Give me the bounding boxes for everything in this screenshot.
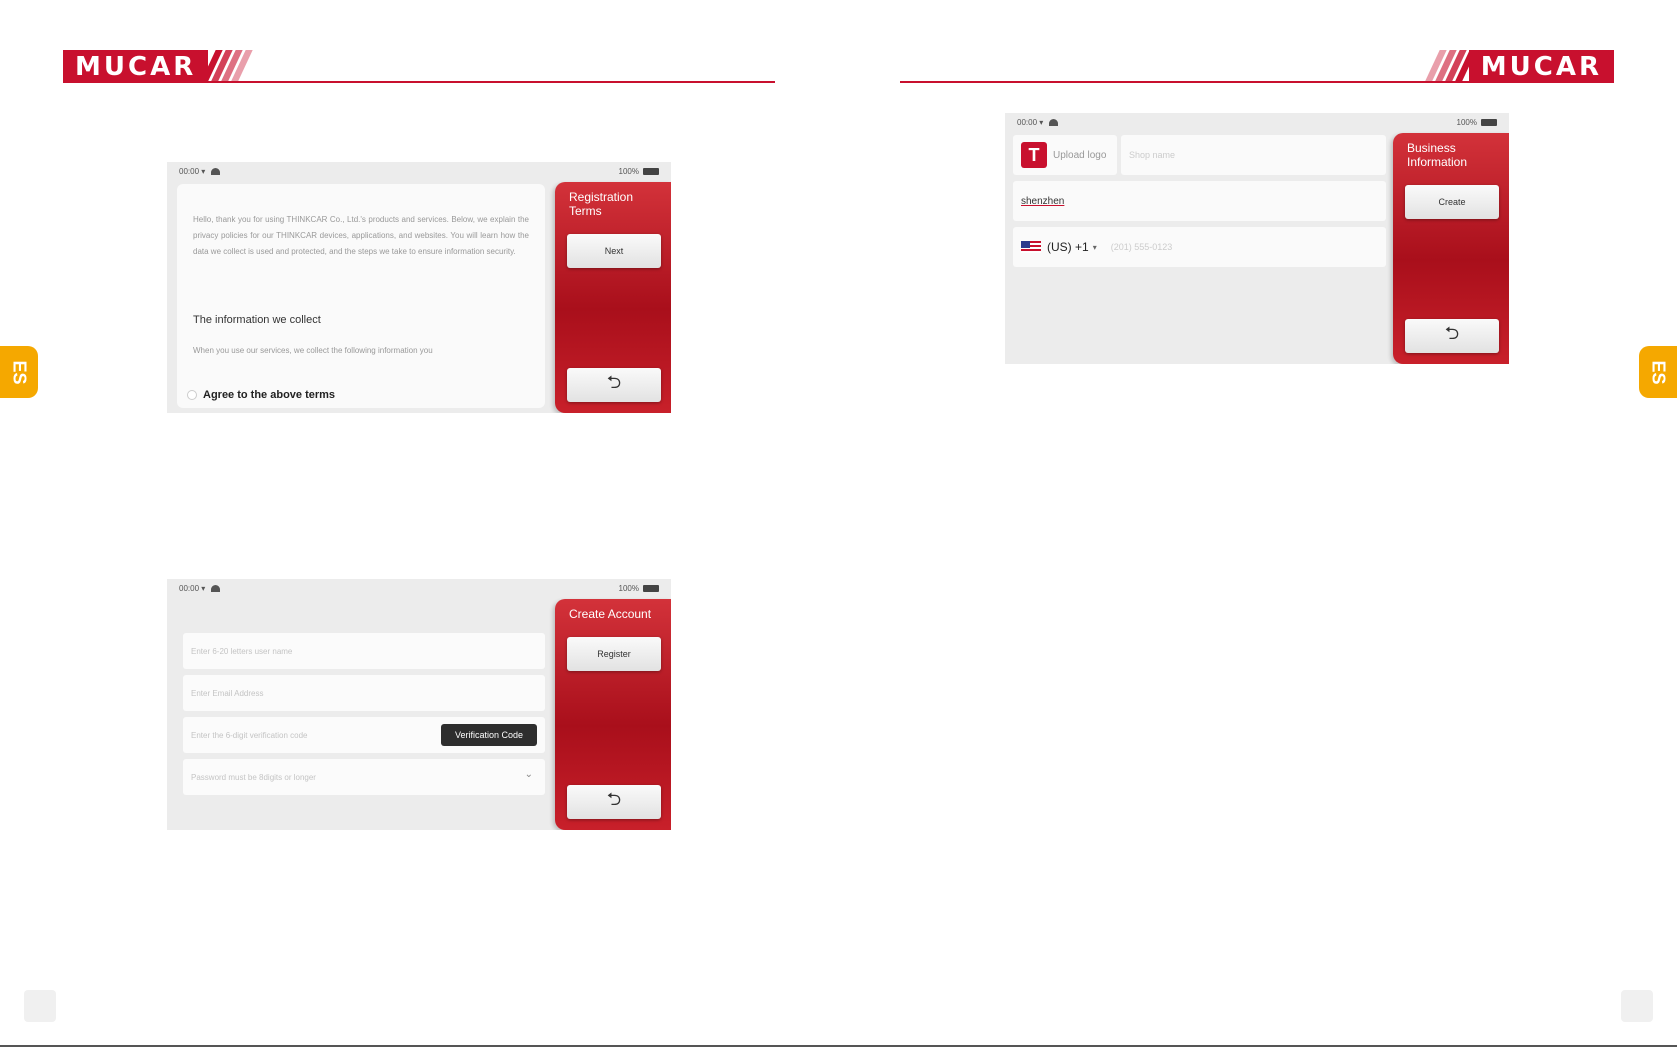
back-icon: ⮌ [1444, 323, 1460, 343]
battery-icon [643, 584, 659, 592]
logo-stripes [200, 50, 253, 83]
agree-label: Agree to the above terms [203, 389, 336, 401]
shop-name-input[interactable]: Shop name [1121, 135, 1386, 175]
password-input[interactable]: Password must be 8digits or longer ⌄ [183, 759, 545, 795]
battery-percent: 100% [618, 166, 639, 176]
city-field[interactable]: shenzhen [1013, 181, 1386, 221]
verification-code-button[interactable]: Verification Code [440, 724, 537, 746]
phone-placeholder: (201) 555-0123 [1110, 242, 1173, 252]
next-button[interactable]: Next [567, 234, 661, 268]
header-rule-left [63, 81, 775, 83]
panel-title: Business Information [1407, 141, 1468, 169]
brand-header-left: MUCAR [63, 50, 253, 83]
chevron-down-icon[interactable]: ⌄ [525, 769, 533, 780]
create-button[interactable]: Create [1405, 185, 1499, 219]
caret-down-icon[interactable]: ▾ [1093, 243, 1097, 252]
language-tab-left: ES [0, 346, 38, 398]
back-button[interactable]: ⮌ [1405, 319, 1499, 353]
panel-title: Create Account [569, 607, 652, 621]
brand-header-right: MUCAR [1424, 50, 1614, 83]
radio-icon[interactable] [187, 390, 197, 400]
country-code-select[interactable]: (US) +1 [1047, 240, 1089, 254]
terms-heading: The information we collect [193, 314, 321, 326]
agree-checkbox[interactable]: Agree to the above terms [187, 389, 335, 401]
status-bar: 00:00 ▾ 100% [1005, 113, 1509, 131]
username-input[interactable]: Enter 6-20 letters user name [183, 633, 545, 669]
logo-stripes [1424, 50, 1477, 83]
password-placeholder: Password must be 8digits or longer [191, 772, 316, 782]
action-panel: Business Information Create ⮌ [1393, 133, 1509, 364]
back-icon: ⮌ [606, 372, 622, 392]
battery-percent: 100% [1456, 117, 1477, 127]
wifi-icon [1049, 118, 1059, 126]
back-button[interactable]: ⮌ [567, 785, 661, 819]
status-time: 00:00 ▾ [179, 166, 206, 176]
battery-percent: 100% [618, 583, 639, 593]
status-time: 00:00 ▾ [1017, 117, 1044, 127]
code-placeholder: Enter the 6-digit verification code [191, 730, 308, 740]
header-rule-right [900, 81, 1614, 83]
back-icon: ⮌ [606, 789, 622, 809]
status-bar: 00:00 ▾ 100% [167, 579, 671, 597]
panel-title: Registration Terms [569, 190, 634, 218]
terms-card[interactable]: Hello, thank you for using THINKCAR Co.,… [177, 184, 545, 408]
back-button[interactable]: ⮌ [567, 368, 661, 402]
status-time: 00:00 ▾ [179, 583, 206, 593]
register-button[interactable]: Register [567, 637, 661, 671]
wifi-icon [211, 584, 221, 592]
thinkcar-logo-icon: T [1021, 142, 1047, 168]
verification-code-input[interactable]: Enter the 6-digit verification code Veri… [183, 717, 545, 753]
battery-icon [643, 167, 659, 175]
terms-more-text: When you use our services, we collect th… [193, 346, 433, 355]
upload-logo-label: Upload logo [1053, 149, 1107, 161]
create-account-screen: 00:00 ▾ 100% Enter 6-20 letters user nam… [167, 579, 671, 830]
upload-logo-button[interactable]: T Upload logo [1013, 135, 1117, 175]
mucar-logo: MUCAR [1468, 50, 1614, 83]
terms-paragraph: Hello, thank you for using THINKCAR Co.,… [193, 215, 529, 256]
battery-icon [1481, 118, 1497, 126]
phone-field[interactable]: (US) +1 ▾ (201) 555-0123 [1013, 227, 1386, 267]
page-number-box [1621, 990, 1653, 1022]
language-tab-label: ES [1648, 359, 1669, 385]
status-bar: 00:00 ▾ 100% [167, 162, 671, 180]
business-information-screen: 00:00 ▾ 100% T Upload logo Shop name she… [1005, 113, 1509, 364]
wifi-icon [211, 167, 221, 175]
action-panel: Registration Terms Next ⮌ [555, 182, 671, 413]
action-panel: Create Account Register ⮌ [555, 599, 671, 830]
language-tab-label: ES [9, 359, 30, 385]
mucar-logo: MUCAR [63, 50, 209, 83]
page-number-box [24, 990, 56, 1022]
language-tab-right: ES [1639, 346, 1677, 398]
email-input[interactable]: Enter Email Address [183, 675, 545, 711]
registration-terms-screen: 00:00 ▾ 100% Hello, thank you for using … [167, 162, 671, 413]
us-flag-icon [1021, 241, 1041, 253]
